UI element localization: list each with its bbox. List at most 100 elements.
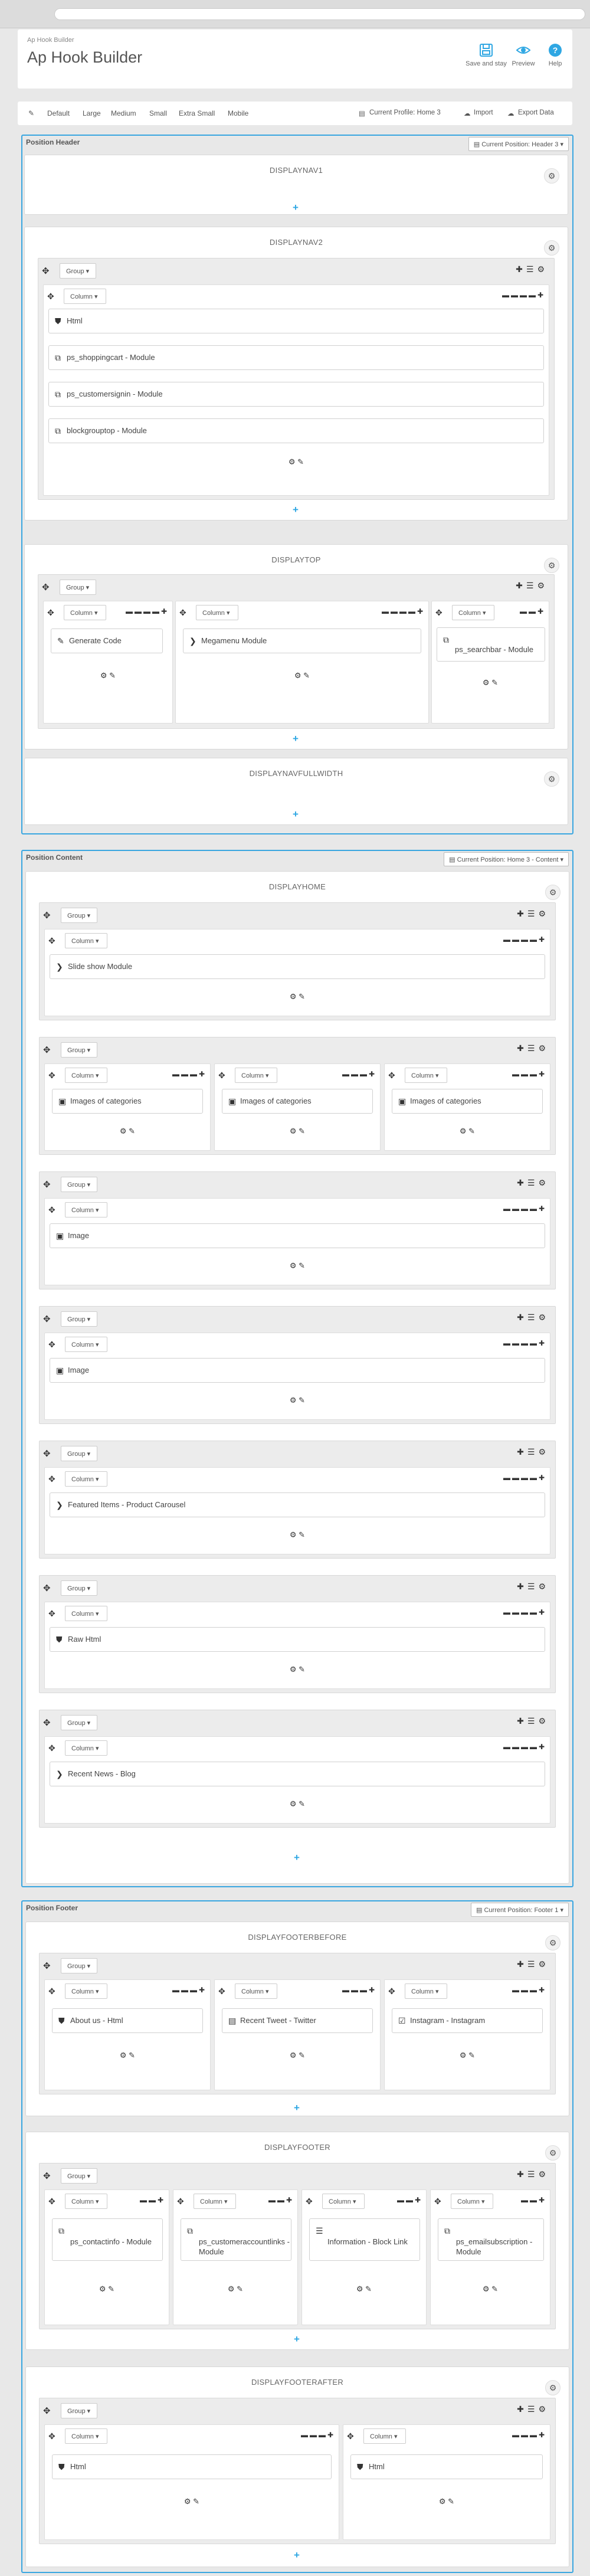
current-profile-button[interactable]: Current Profile: Home 3 xyxy=(369,109,441,116)
group-dropdown[interactable]: Group ▾ xyxy=(61,1311,97,1327)
column-tools[interactable]: ▬▬✚ xyxy=(140,2196,165,2204)
module[interactable]: ❯ Featured Items - Product Carousel xyxy=(50,1492,545,1517)
column-tools[interactable]: ▬▬▬▬✚ xyxy=(503,1608,546,1616)
module[interactable]: ⛊ Html xyxy=(48,309,544,333)
column-dropdown[interactable]: Column ▾ xyxy=(65,1202,107,1217)
column-tools[interactable]: ▬▬▬✚ xyxy=(301,2431,335,2439)
column-footer-tools[interactable]: ⚙ ✎ xyxy=(45,1799,550,1809)
group-tools[interactable]: ✚☰⚙ xyxy=(516,264,548,274)
module[interactable]: ▣ Image xyxy=(50,1223,545,1248)
group-tools[interactable]: ✚☰⚙ xyxy=(517,1178,549,1188)
module[interactable]: ❯ Megamenu Module xyxy=(183,629,421,653)
column-footer-tools[interactable]: ⚙ ✎ xyxy=(432,678,549,688)
column-tools[interactable]: ▬▬▬✚ xyxy=(512,1070,546,1078)
column-footer-tools[interactable]: ⚙ ✎ xyxy=(215,1127,380,1136)
module[interactable]: ▣ Images of categories xyxy=(222,1089,373,1114)
column-footer-tools[interactable]: ⚙ ✎ xyxy=(45,1127,210,1136)
column-tools[interactable]: ▬▬▬▬✚ xyxy=(503,1474,546,1482)
column-dropdown[interactable]: Column ▾ xyxy=(196,605,238,620)
group-tools[interactable]: ✚☰⚙ xyxy=(517,1447,549,1457)
move-icon[interactable]: ✥ xyxy=(48,2431,55,2441)
move-icon[interactable]: ✥ xyxy=(306,2197,313,2207)
module[interactable]: ⛊ About us - Html xyxy=(52,2008,203,2033)
move-icon[interactable]: ✥ xyxy=(47,292,54,302)
module[interactable]: ⧉ ps_shoppingcart - Module xyxy=(48,345,544,370)
add-group-button[interactable]: + xyxy=(294,2550,300,2560)
device-large[interactable]: Large xyxy=(83,109,101,117)
group-tools[interactable]: ✚☰⚙ xyxy=(517,2169,549,2179)
move-icon[interactable]: ✥ xyxy=(177,2197,184,2207)
column-footer-tools[interactable]: ⚙ ✎ xyxy=(45,2284,169,2294)
column-dropdown[interactable]: Column ▾ xyxy=(65,2428,107,2444)
column-footer-tools[interactable]: ⚙ ✎ xyxy=(45,2051,210,2060)
column-tools[interactable]: ▬▬▬▬✚ xyxy=(382,607,425,616)
module[interactable]: ☰ Information - Block Link xyxy=(309,2218,420,2261)
group-tools[interactable]: ✚☰⚙ xyxy=(517,1716,549,1726)
column-dropdown[interactable]: Column ▾ xyxy=(405,1068,447,1083)
module[interactable]: ⧉ ps_customeraccountlinks - Module xyxy=(181,2218,291,2261)
add-group-button[interactable]: + xyxy=(293,734,299,744)
module[interactable]: ❯ Recent News - Blog xyxy=(50,1762,545,1786)
move-icon[interactable]: ✥ xyxy=(48,936,55,946)
group-tools[interactable]: ✚☰⚙ xyxy=(517,909,549,919)
move-icon[interactable]: ✥ xyxy=(48,1986,55,1996)
column-dropdown[interactable]: Column ▾ xyxy=(65,2194,107,2209)
column-tools[interactable]: ▬▬✚ xyxy=(520,607,545,616)
column-dropdown[interactable]: Column ▾ xyxy=(235,1983,277,1999)
save-and-stay-button[interactable]: Save and stay xyxy=(463,42,510,67)
module[interactable]: ⧉ ps_contactinfo - Module xyxy=(52,2218,163,2261)
module[interactable]: ▣ Images of categories xyxy=(392,1089,543,1114)
column-tools[interactable]: ▬▬✚ xyxy=(268,2196,294,2204)
pencil-icon[interactable]: ✎ xyxy=(28,109,34,117)
column-footer-tools[interactable]: ⚙ ✎ xyxy=(45,1261,550,1271)
move-icon[interactable]: ✥ xyxy=(388,1986,395,1996)
group-dropdown[interactable]: Group ▾ xyxy=(61,1715,97,1730)
move-icon[interactable]: ✥ xyxy=(43,1045,51,1055)
column-tools[interactable]: ▬▬▬▬✚ xyxy=(503,1743,546,1751)
move-icon[interactable]: ✥ xyxy=(48,2197,55,2207)
add-group-button[interactable]: + xyxy=(293,809,299,819)
column-footer-tools[interactable]: ⚙ ✎ xyxy=(215,2051,380,2060)
column-footer-tools[interactable]: ⚙ ✎ xyxy=(45,992,550,1001)
group-tools[interactable]: ✚☰⚙ xyxy=(517,1312,549,1323)
column-tools[interactable]: ▬▬▬✚ xyxy=(172,1070,206,1078)
column-tools[interactable]: ▬▬▬▬✚ xyxy=(502,291,545,299)
breadcrumb[interactable]: Ap Hook Builder xyxy=(27,37,74,44)
column-footer-tools[interactable]: ⚙ ✎ xyxy=(44,671,172,680)
move-icon[interactable]: ✥ xyxy=(434,2197,441,2207)
group-dropdown[interactable]: Group ▾ xyxy=(61,1177,97,1192)
help-button[interactable]: ? Help xyxy=(540,42,570,67)
group-tools[interactable]: ✚☰⚙ xyxy=(517,1582,549,1592)
add-group-button[interactable]: + xyxy=(293,505,299,515)
column-tools[interactable]: ▬▬▬✚ xyxy=(512,2431,546,2439)
group-tools[interactable]: ✚☰⚙ xyxy=(517,1043,549,1053)
gear-icon[interactable]: ⚙ xyxy=(544,240,559,256)
gear-icon[interactable]: ⚙ xyxy=(545,2380,560,2395)
column-dropdown[interactable]: Column ▾ xyxy=(65,1068,107,1083)
gear-icon[interactable]: ⚙ xyxy=(544,168,559,184)
column-footer-tools[interactable]: ⚙ ✎ xyxy=(45,1530,550,1540)
device-default[interactable]: Default xyxy=(47,109,70,117)
column-tools[interactable]: ▬▬✚ xyxy=(521,2196,546,2204)
move-icon[interactable]: ✥ xyxy=(43,2171,51,2181)
move-icon[interactable]: ✥ xyxy=(48,1205,55,1215)
module[interactable]: ▣ Images of categories xyxy=(52,1089,203,1114)
column-tools[interactable]: ▬▬▬▬✚ xyxy=(503,935,546,944)
module[interactable]: ⧉ ps_customersignin - Module xyxy=(48,382,544,407)
import-button[interactable]: Import xyxy=(474,109,493,116)
column-dropdown[interactable]: Column ▾ xyxy=(64,289,106,304)
group-dropdown[interactable]: Group ▾ xyxy=(61,1958,97,1973)
gear-icon[interactable]: ⚙ xyxy=(545,885,560,900)
group-tools[interactable]: ✚☰⚙ xyxy=(516,581,548,591)
move-icon[interactable]: ✥ xyxy=(218,1071,225,1081)
current-position-select[interactable]: ▤ Current Position: Home 3 - Content ▾ xyxy=(444,852,569,866)
column-dropdown[interactable]: Column ▾ xyxy=(405,1983,447,1999)
move-icon[interactable]: ✥ xyxy=(218,1986,225,1996)
device-small[interactable]: Small xyxy=(149,109,167,117)
move-icon[interactable]: ✥ xyxy=(43,1717,51,1728)
module[interactable]: ⛊ Html xyxy=(52,2454,332,2479)
column-footer-tools[interactable]: ⚙ ✎ xyxy=(45,1396,550,1405)
group-dropdown[interactable]: Group ▾ xyxy=(61,2403,97,2418)
move-icon[interactable]: ✥ xyxy=(43,2405,51,2416)
move-icon[interactable]: ✥ xyxy=(179,608,186,618)
